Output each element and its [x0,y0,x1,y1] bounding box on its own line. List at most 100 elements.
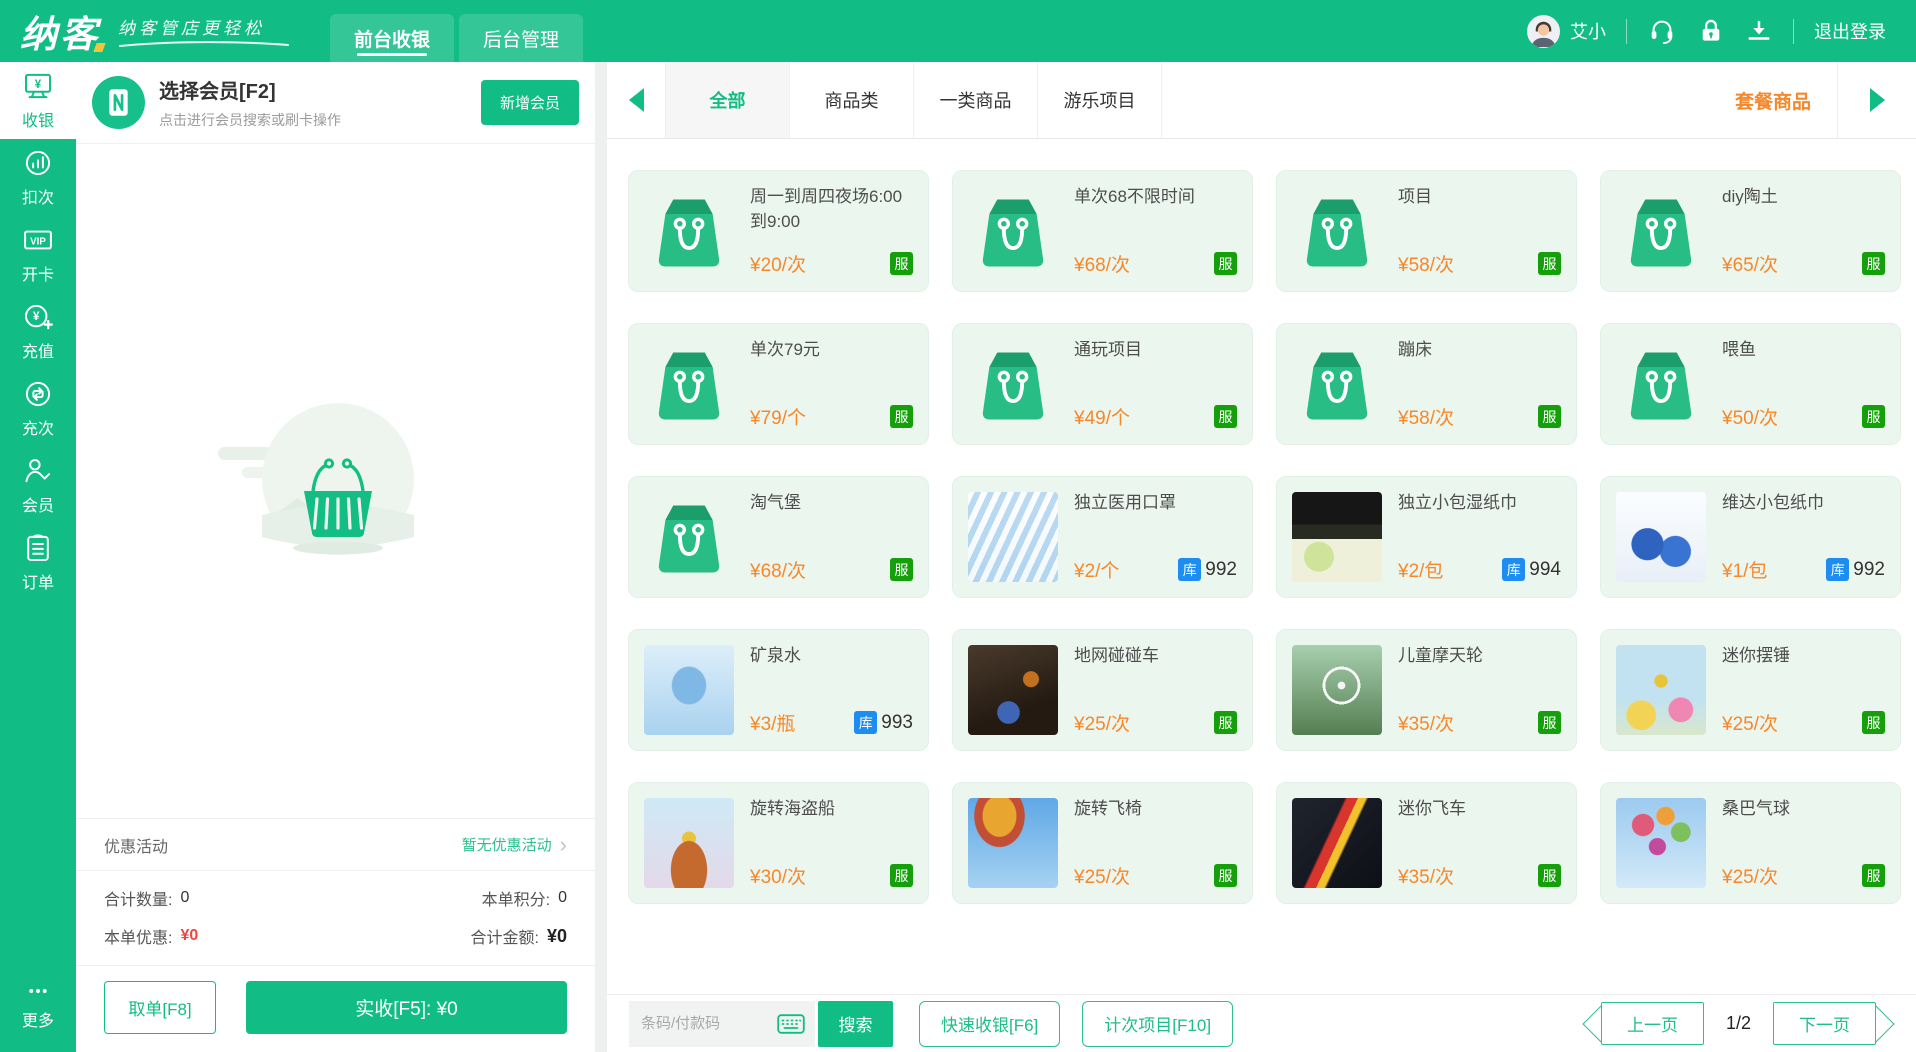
service-badge: 服 [1538,405,1561,428]
product-name: 维达小包纸巾 [1722,491,1885,516]
add-member-button[interactable]: 新增会员 [481,80,579,125]
member-select[interactable]: 选择会员[F2] 点击进行会员搜索或刷卡操作 新增会员 [76,62,595,144]
sidebar-item-recharge[interactable]: ¥充值 [0,293,76,370]
sidebar-item-open-vip-card[interactable]: VIP开卡 [0,216,76,293]
package-products-link[interactable]: 套餐商品 [1735,87,1811,114]
service-badge: 服 [1862,252,1885,275]
lock-icon[interactable] [1697,17,1725,45]
product-photo [968,798,1058,888]
product-price: ¥58/次 [1398,403,1454,430]
download-icon[interactable] [1745,17,1773,45]
stock-count: 993 [881,712,913,734]
member-select-subtitle: 点击进行会员搜索或刷卡操作 [159,110,481,130]
service-badge: 服 [1862,405,1885,428]
product-card[interactable]: 独立医用口罩¥2/个库992 [952,476,1253,598]
product-name: 旋转飞椅 [1074,797,1237,822]
promo-label: 优惠活动 [104,833,168,857]
logout-button[interactable]: 退出登录 [1814,18,1886,44]
product-name: diy陶土 [1722,185,1885,210]
product-photo [1292,492,1382,582]
service-badge: 服 [1214,252,1237,275]
hold-order-button[interactable]: 取单[F8] [104,981,216,1034]
product-name: 地网碰碰车 [1074,644,1237,669]
order-totals: 合计数量: 0 本单积分: 0 本单优惠: ¥0 合计金额: ¥0 [76,871,595,965]
promo-status: 暂无优惠活动 [462,834,552,855]
total-amount: 合计金额: ¥0 [471,924,567,948]
product-price: ¥35/次 [1398,709,1454,736]
product-price: ¥65/次 [1722,250,1778,277]
scroll-left-button[interactable] [607,62,666,138]
product-card[interactable]: 迷你摆锤¥25/次服 [1600,629,1901,751]
quick-cashier-button[interactable]: 快速收银[F6] [919,1001,1060,1047]
support-icon[interactable] [1647,16,1677,46]
product-name: 周一到周四夜场6:00到9:00 [750,185,913,234]
category-tab[interactable]: 游乐项目 [1037,62,1162,138]
product-card[interactable]: diy陶土 ¥65/次 服 [1600,170,1901,292]
shopping-bag-icon [1616,186,1706,276]
next-page-button[interactable]: 下一页 [1773,1002,1876,1045]
product-card[interactable]: 喂鱼¥50/次服 [1600,323,1901,445]
stock-badge: 库 [1178,558,1201,581]
product-card[interactable]: 项目¥58/次服 [1276,170,1577,292]
cart-empty-area [76,144,595,818]
product-name: 通玩项目 [1074,338,1237,363]
charge-button[interactable]: 实收[F5]: ¥0 [246,981,567,1034]
product-card[interactable]: 独立小包湿纸巾¥2/包库994 [1276,476,1577,598]
product-card[interactable]: 地网碰碰车¥25/次服 [952,629,1253,751]
product-card[interactable]: 蹦床¥58/次服 [1276,323,1577,445]
product-name: 儿童摩天轮 [1398,644,1561,669]
product-card[interactable]: 淘气堡¥68/次服 [628,476,929,598]
service-badge: 服 [1214,864,1237,887]
product-photo [644,645,734,735]
product-card[interactable]: 桑巴气球¥25/次服 [1600,782,1901,904]
order-points: 本单积分: 0 [482,886,567,910]
product-card[interactable]: 儿童摩天轮¥35/次服 [1276,629,1577,751]
product-card[interactable]: 旋转飞椅¥25/次服 [952,782,1253,904]
sidebar-item-cashier[interactable]: ¥收银 [0,62,76,139]
product-price: ¥25/次 [1722,862,1778,889]
search-button[interactable]: 搜索 [818,1001,893,1047]
promo-row: 优惠活动 暂无优惠活动 › [76,818,595,871]
scroll-right-button[interactable] [1837,62,1916,138]
product-card[interactable]: 矿泉水¥3/瓶库993 [628,629,929,751]
product-name: 项目 [1398,185,1561,210]
service-badge: 服 [1862,864,1885,887]
sidebar-item-members[interactable]: 会员 [0,447,76,524]
sidebar-item-orders[interactable]: 订单 [0,524,76,601]
shopping-bag-icon [644,186,734,276]
sidebar-item-more[interactable]: 更多 [0,967,76,1044]
product-card[interactable]: 周一到周四夜场6:00到9:00¥20/次服 [628,170,929,292]
sidebar-item-label: 开卡 [22,261,54,285]
member-icon [22,455,54,487]
category-tab[interactable]: 全部 [665,62,790,138]
product-price: ¥30/次 [750,862,806,889]
product-card[interactable]: 旋转海盗船¥30/次服 [628,782,929,904]
keyboard-icon[interactable] [777,1014,805,1034]
sidebar-item-refill-times[interactable]: 充次 [0,370,76,447]
category-tab[interactable]: 一类商品 [913,62,1038,138]
product-price: ¥68/次 [1074,250,1130,277]
product-card[interactable]: 通玩项目¥49/个服 [952,323,1253,445]
user-menu[interactable]: 艾小 [1526,14,1606,49]
barcode-input[interactable] [641,1015,771,1032]
prev-page-button[interactable]: 上一页 [1601,1002,1704,1045]
sidebar-item-deduct-times[interactable]: 扣次 [0,139,76,216]
topbar-tab-backend-manage[interactable]: 后台管理 [459,14,583,62]
product-card[interactable]: 单次68不限时间 ¥68/次 服 [952,170,1253,292]
total-qty: 合计数量: 0 [104,886,189,910]
promo-link[interactable]: 暂无优惠活动 › [462,834,567,856]
stock-count: 992 [1853,559,1885,581]
service-badge: 服 [1214,711,1237,734]
product-photo [968,492,1058,582]
product-card[interactable]: 迷你飞车¥35/次服 [1276,782,1577,904]
category-tab[interactable]: 商品类 [789,62,914,138]
count-project-button[interactable]: 计次项目[F10] [1082,1001,1233,1047]
topbar-tab-front-cashier[interactable]: 前台收银 [330,14,454,62]
product-card[interactable]: 维达小包纸巾¥1/包库992 [1600,476,1901,598]
product-card[interactable]: 单次79元¥79/个服 [628,323,929,445]
sidebar-item-label: 订单 [22,569,54,593]
shopping-bag-icon [644,339,734,429]
product-photo [1292,645,1382,735]
product-name: 单次68不限时间 [1074,185,1237,210]
service-badge: 服 [1862,711,1885,734]
